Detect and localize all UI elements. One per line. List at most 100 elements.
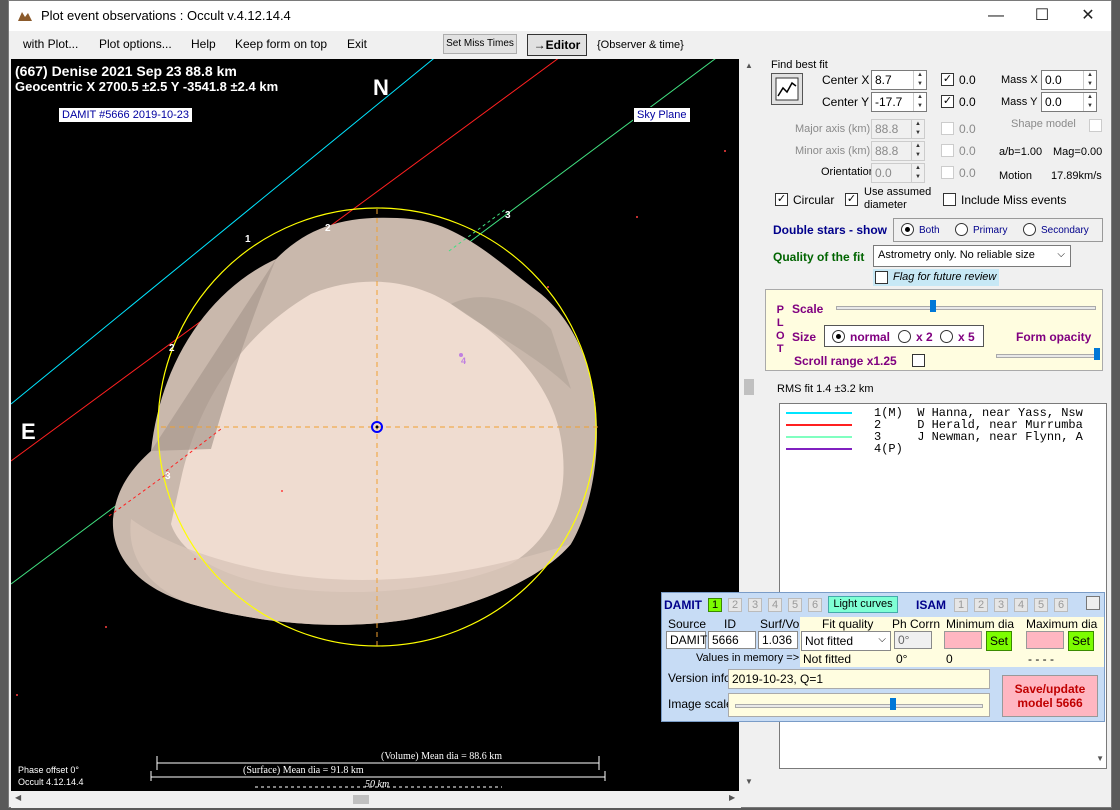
menu-keep-on-top[interactable]: Keep form on top [235, 37, 327, 51]
size-x5-radio[interactable] [940, 330, 953, 343]
isam-tab-1[interactable]: 1 [954, 598, 968, 612]
center-y-spinner[interactable]: ▲ ▼ [913, 93, 926, 111]
phase-offset: Phase offset 0° [18, 765, 79, 775]
mass-x-spinner[interactable]: ▲ ▼ [1083, 71, 1096, 89]
legend-row-4[interactable]: 4(P) [874, 442, 903, 456]
center-x-spinner[interactable]: ▲ ▼ [913, 71, 926, 89]
hscroll-thumb[interactable] [353, 795, 369, 804]
max-dia-field[interactable] [1026, 631, 1064, 649]
scroll-thumb[interactable] [744, 379, 754, 395]
plot-horizontal-scrollbar[interactable]: ◀ ▶ [11, 791, 741, 808]
center-x-checkbox[interactable]: ✓ [941, 73, 954, 86]
ab-ratio: a/b=1.00 [999, 146, 1043, 158]
damit-model-label: DAMIT #5666 2019-10-23 [59, 108, 192, 122]
damit-tab-1[interactable]: 1 [708, 598, 722, 612]
max-dia-memory: - - - - [1028, 652, 1054, 666]
minor-axis-checkbox[interactable] [941, 144, 954, 157]
id-field[interactable]: 5666 [708, 631, 756, 649]
menu-help[interactable]: Help [191, 37, 216, 51]
isam-tab-2[interactable]: 2 [974, 598, 988, 612]
damit-tab-5[interactable]: 5 [788, 598, 802, 612]
damit-tab-6[interactable]: 6 [808, 598, 822, 612]
scroll-up-icon[interactable]: ▲ [745, 61, 753, 70]
minor-axis-spinner[interactable]: ▲ ▼ [911, 142, 924, 160]
scale-slider-thumb[interactable] [929, 300, 936, 312]
scroll-left-icon[interactable]: ◀ [15, 793, 21, 802]
ph-corr-field[interactable]: 0° [894, 631, 932, 649]
editor-button[interactable]: →Editor [527, 34, 587, 56]
min-dia-field[interactable] [944, 631, 982, 649]
minor-axis-input[interactable]: 88.8 ▲ ▼ [871, 141, 925, 161]
min-dia-set-button[interactable]: Set [986, 631, 1012, 651]
damit-tab-2[interactable]: 2 [728, 598, 742, 612]
close-button[interactable]: ✕ [1065, 1, 1111, 31]
light-curves-button[interactable]: Light curves [828, 596, 898, 613]
fit-quality-dropdown[interactable]: Not fitted ⌵ [801, 631, 891, 651]
both-radio[interactable] [901, 223, 914, 236]
scroll-down-icon[interactable]: ▼ [745, 777, 753, 786]
use-assumed-line2: diameter [864, 199, 907, 211]
isam-tab-6[interactable]: 6 [1054, 598, 1068, 612]
orientation-spinner[interactable]: ▲ ▼ [911, 164, 924, 182]
version-info-field[interactable]: 2019-10-23, Q=1 [728, 669, 990, 689]
chord-label-3a: 3 [505, 210, 511, 221]
use-assumed-checkbox[interactable]: ✓ [845, 193, 858, 206]
orientation-input[interactable]: 0.0 ▲ ▼ [871, 163, 925, 183]
surf-vol-field[interactable]: 1.036 [758, 631, 798, 649]
size-x2-radio[interactable] [898, 330, 911, 343]
motion-value: 17.89km/s [1051, 170, 1102, 182]
damit-tab-3[interactable]: 3 [748, 598, 762, 612]
major-axis-input[interactable]: 88.8 ▲ ▼ [871, 119, 925, 139]
source-field[interactable]: DAMIT [666, 631, 707, 649]
plot-letter-t: T [776, 343, 784, 355]
mass-y-input[interactable]: 0.0 ▲ ▼ [1041, 92, 1097, 112]
maximize-button[interactable]: ☐ [1019, 1, 1065, 31]
menu-plot-options[interactable]: Plot options... [99, 37, 172, 51]
center-y-checkbox[interactable]: ✓ [941, 95, 954, 108]
isam-tab-3[interactable]: 3 [994, 598, 1008, 612]
plot-header-line2: Geocentric X 2700.5 ±2.5 Y -3541.8 ±2.4 … [15, 79, 279, 94]
primary-label: Primary [973, 225, 1008, 236]
max-dia-set-button[interactable]: Set [1068, 631, 1094, 651]
legend-scroll-down-icon[interactable]: ▼ [1096, 754, 1104, 763]
mass-y-spinner[interactable]: ▲ ▼ [1083, 93, 1096, 111]
center-x-input[interactable]: 8.7 ▲ ▼ [871, 70, 927, 90]
major-axis-spinner[interactable]: ▲ ▼ [911, 120, 924, 138]
size-x2-label: x 2 [916, 330, 933, 344]
menu-exit[interactable]: Exit [347, 37, 367, 51]
fit-button[interactable] [771, 73, 803, 105]
circular-checkbox[interactable]: ✓ [775, 193, 788, 206]
damit-tab-4[interactable]: 4 [768, 598, 782, 612]
menu-bar: with Plot... Plot options... Help Keep f… [9, 31, 1111, 59]
image-scale-slider-thumb[interactable] [889, 698, 896, 710]
isam-tab-5[interactable]: 5 [1034, 598, 1048, 612]
legend-row-3[interactable]: 3 J Newman, near Flynn, A [874, 430, 1083, 444]
center-y-input[interactable]: -17.7 ▲ ▼ [871, 92, 927, 112]
mass-x-label: Mass X [1001, 74, 1038, 86]
isam-tab-4[interactable]: 4 [1014, 598, 1028, 612]
secondary-radio[interactable] [1023, 223, 1036, 236]
save-update-button[interactable]: Save/update model 5666 [1002, 675, 1098, 717]
size-normal-radio[interactable] [832, 330, 845, 343]
mass-x-value: 0.0 [1045, 73, 1062, 87]
set-miss-times-button[interactable]: Set Miss Times [443, 34, 517, 54]
opacity-slider-track[interactable] [996, 354, 1100, 358]
scroll-right-icon[interactable]: ▶ [729, 793, 735, 802]
primary-radio[interactable] [955, 223, 968, 236]
mass-x-input[interactable]: 0.0 ▲ ▼ [1041, 70, 1097, 90]
flag-review-checkbox[interactable] [875, 271, 888, 284]
image-scale-slider-track[interactable] [735, 704, 983, 708]
ph-corr-memory: 0° [896, 652, 908, 666]
minimize-button[interactable]: — [973, 1, 1019, 31]
quality-dropdown[interactable]: Astrometry only. No reliable size ⌵ [873, 245, 1071, 267]
shape-model-checkbox[interactable] [1089, 119, 1102, 132]
menu-with-plot[interactable]: with Plot... [23, 37, 78, 51]
scale-slider-track[interactable] [836, 306, 1096, 310]
plot-area[interactable]: (667) Denise 2021 Sep 23 88.8 km Geocent… [11, 59, 739, 791]
orientation-checkbox[interactable] [941, 166, 954, 179]
include-miss-checkbox[interactable] [943, 193, 956, 206]
major-axis-checkbox[interactable] [941, 122, 954, 135]
scroll-range-checkbox[interactable] [912, 354, 925, 367]
damit-close-box[interactable] [1086, 596, 1100, 610]
opacity-slider-thumb[interactable] [1094, 348, 1100, 360]
